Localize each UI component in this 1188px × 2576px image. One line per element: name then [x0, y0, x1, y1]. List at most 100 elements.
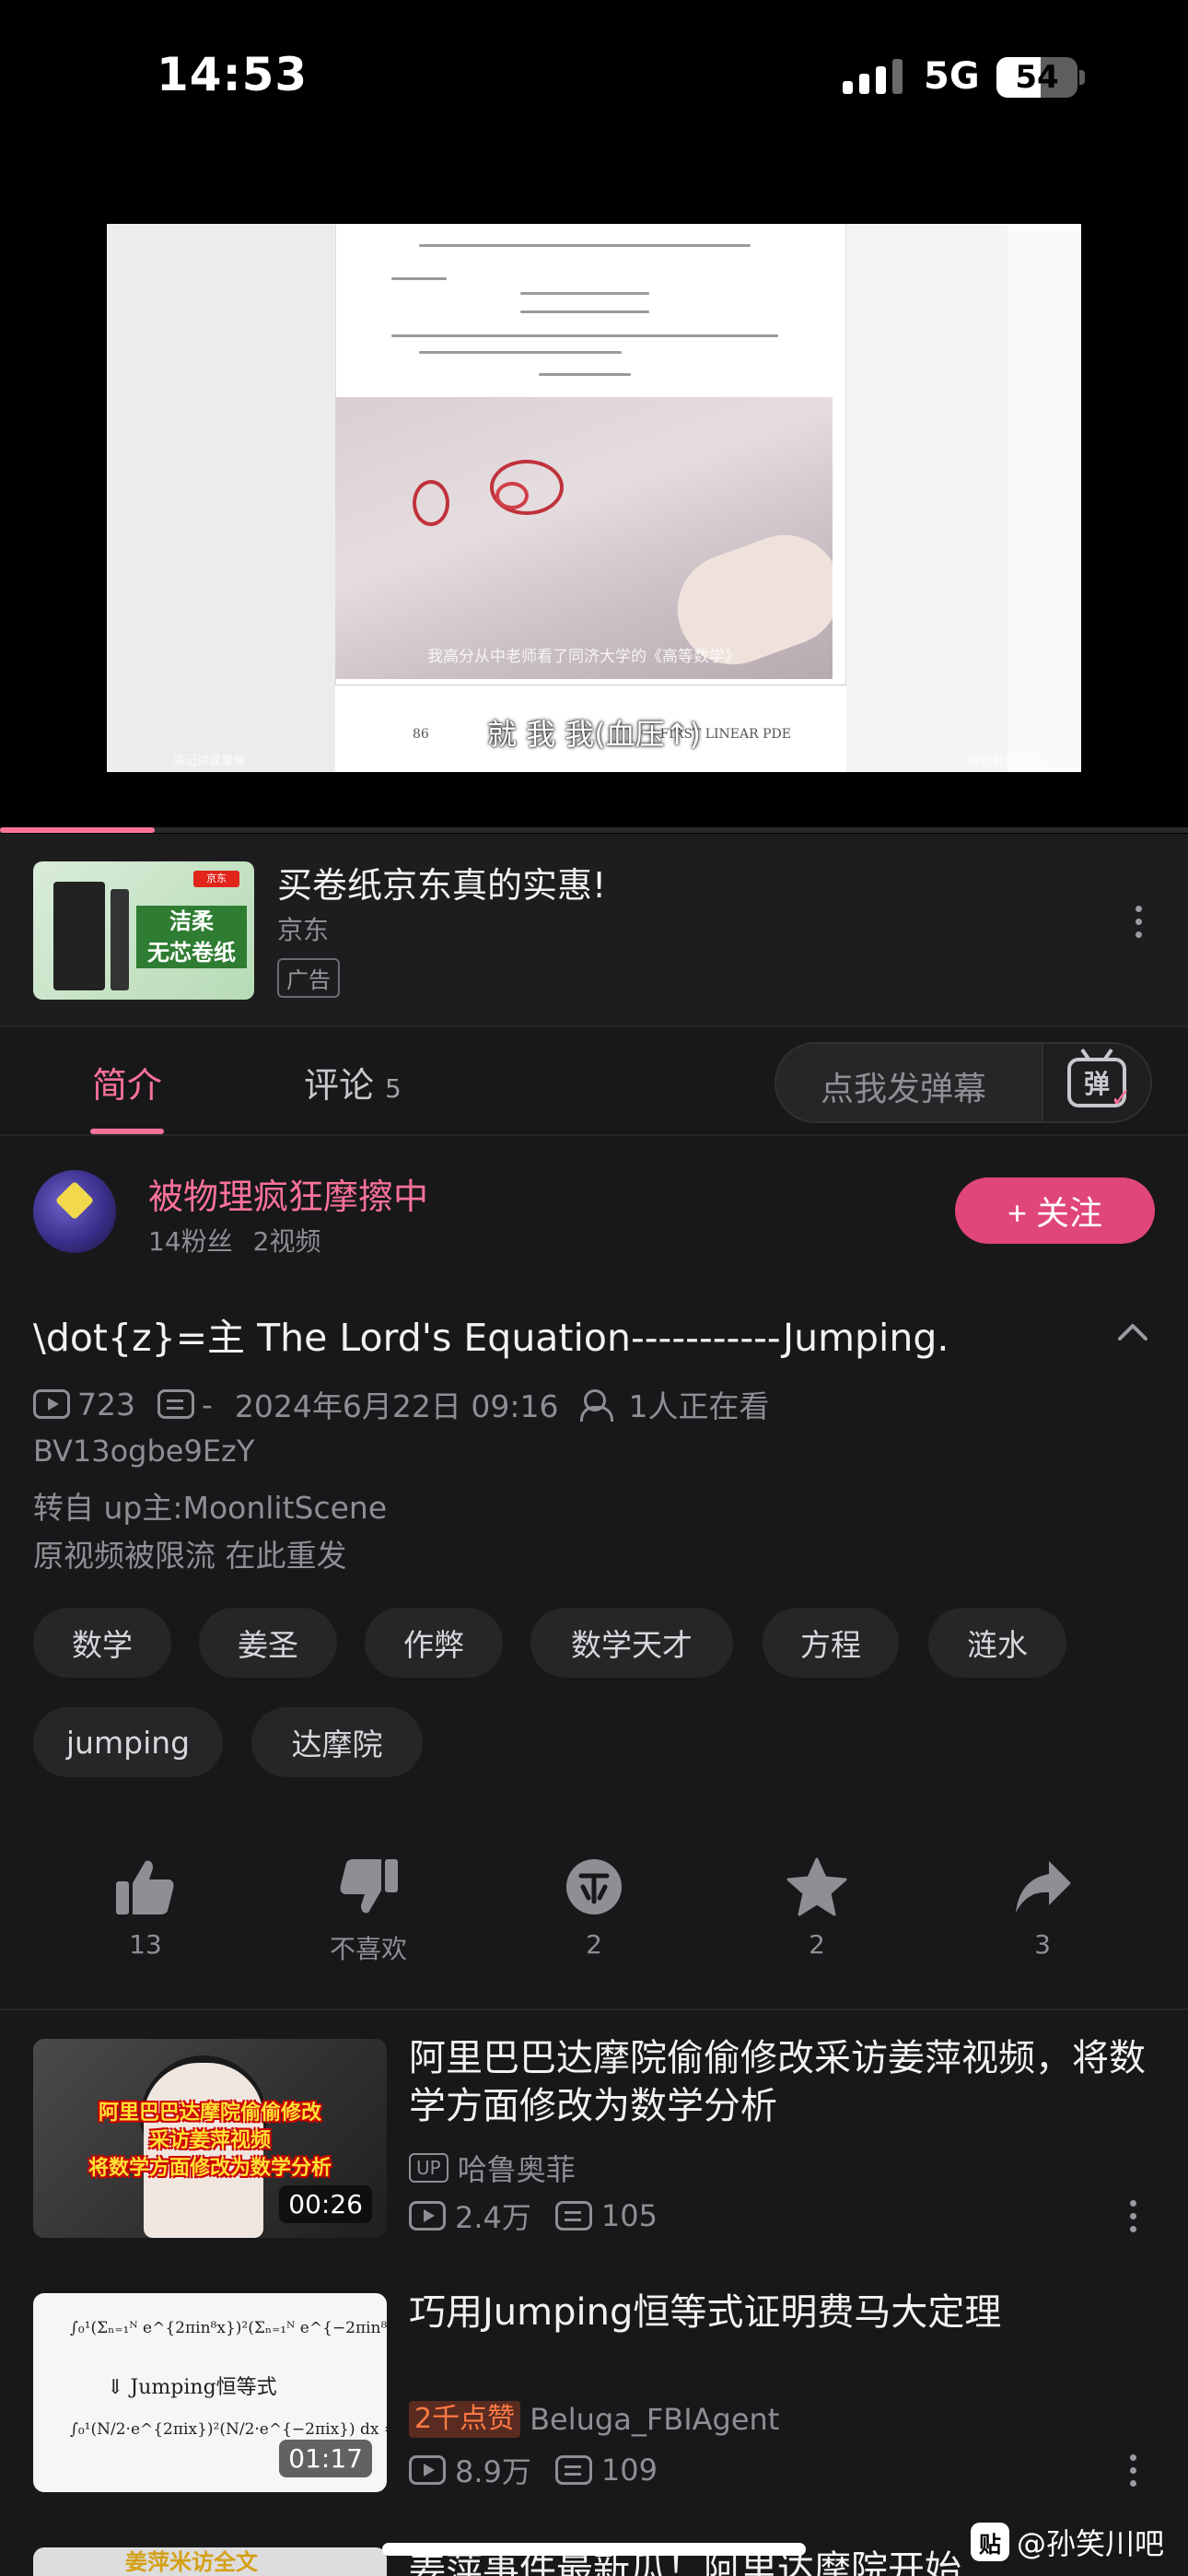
description-line: 转自 up主:MoonlitScene	[33, 1490, 388, 1526]
tieba-logo-icon: 贴	[971, 2523, 1009, 2561]
up-badge: UP	[409, 2153, 448, 2183]
home-indicator[interactable]	[382, 2543, 806, 2556]
related-author[interactable]: 2千点赞 Beluga_FBIAgent	[409, 2401, 779, 2438]
related-thumbnail[interactable]: 姜萍米访全文	[33, 2547, 387, 2576]
danmaku-count-icon	[157, 1389, 194, 1419]
thumb-caption: 阿里巴巴达摩院偷偷修改	[98, 2102, 321, 2125]
danmaku-item: 板书错误	[383, 755, 432, 768]
dislike-label: 不喜欢	[329, 1934, 407, 1964]
progress-fill	[0, 827, 155, 833]
related-stats: 8.9万 109	[409, 2449, 658, 2491]
danmaku-glyph: 弹	[1083, 1069, 1110, 1099]
tab-intro[interactable]: 简介	[92, 1057, 162, 1107]
danmaku-item: 探讨社会影响	[968, 755, 1041, 768]
video-side-right	[1007, 224, 1081, 772]
tag-chip[interactable]: 方程	[763, 1608, 899, 1678]
ad-thumb-text: 洁柔	[136, 906, 247, 937]
signal-icon	[843, 57, 903, 94]
ad-more-icon[interactable]	[1120, 894, 1157, 949]
section-divider	[0, 2008, 1188, 2010]
follow-button[interactable]: + 关注	[955, 1177, 1155, 1244]
battery-level: 54	[1015, 59, 1059, 96]
related-author[interactable]: UP 哈鲁奥菲	[409, 2147, 576, 2189]
tag-chip[interactable]: 作弊	[365, 1608, 503, 1678]
like-button[interactable]: 13	[76, 1857, 215, 1960]
thumb-formula: ∫₀¹(Σₙ₌₁ᴺ e^{2πin⁸x})²(Σₙ₌₁ᴺ e^{−2πin⁸x}…	[70, 2319, 387, 2337]
tag-chip[interactable]: 涟水	[928, 1608, 1066, 1678]
collapse-chevron-icon[interactable]	[1114, 1313, 1151, 1350]
thumb-caption: 采访姜萍视频	[148, 2129, 271, 2152]
video-title: \dot{z}=主 The Lord's Equation-----------…	[33, 1316, 949, 1360]
thumb-formula: ⇓ Jumping恒等式	[107, 2376, 277, 2399]
danmaku-toggle-button[interactable]: 弹 ✓	[1042, 1044, 1150, 1121]
ad-thumbnail[interactable]: 京东 洁柔 无芯卷纸	[33, 861, 254, 1000]
ad-source: 京东	[277, 915, 330, 945]
related-more-icon[interactable]	[1114, 2442, 1151, 2498]
related-title[interactable]: 巧用Jumping恒等式证明费马大定理	[409, 2289, 1155, 2336]
battery-icon: 54	[996, 57, 1077, 98]
star-icon	[786, 1857, 847, 1916]
related-danmaku: 109	[600, 2453, 658, 2488]
video-frame: 我高分从中老师看了同济大学的《高等数学》 86 FIRST LINEAR PDE	[107, 224, 1081, 772]
description-line: 原视频被限流 在此重发	[33, 1538, 347, 1574]
views-icon	[33, 1389, 70, 1419]
danmaku-item: 笔记讲课量慢	[173, 755, 246, 768]
thumbs-down-icon	[340, 1859, 398, 1914]
danmaku-placeholder: 点我发弹幕	[821, 1071, 987, 1108]
comment-count: 5	[385, 1073, 402, 1104]
coin-icon	[566, 1859, 622, 1914]
view-count: 723	[77, 1386, 135, 1423]
tag-chip[interactable]: jumping	[33, 1707, 223, 1777]
video-subtitle: 就 我 我(血压↑)	[486, 717, 702, 752]
favorite-button[interactable]: 2	[748, 1857, 886, 1960]
video-caption: 我高分从中老师看了同济大学的《高等数学》	[427, 648, 740, 666]
related-author-name: Beluga_FBIAgent	[530, 2402, 780, 2437]
thumb-formula: ∫₀¹(N/2·e^{2πix})²(N/2·e^{−2πix}) dx = 0	[70, 2420, 387, 2439]
dislike-button[interactable]: 不喜欢	[299, 1857, 437, 1966]
network-type: 5G	[924, 55, 980, 98]
tag-chip[interactable]: 达摩院	[251, 1707, 423, 1777]
coin-button[interactable]: 2	[525, 1857, 663, 1960]
handwriting-photo: 我高分从中老师看了同济大学的《高等数学》	[335, 397, 833, 679]
watching-icon	[580, 1389, 621, 1422]
share-count: 3	[1034, 1929, 1051, 1960]
status-time: 14:53	[157, 48, 309, 101]
related-danmaku: 105	[600, 2198, 658, 2233]
video-meta: 723 - 2024年6月22日 09:16 1人正在看	[33, 1382, 769, 1426]
thumbs-up-icon	[116, 1860, 174, 1914]
share-button[interactable]: 3	[973, 1857, 1112, 1960]
tag-chip[interactable]: 数学	[33, 1608, 171, 1678]
ad-title[interactable]: 买卷纸京东真的实惠!	[277, 857, 606, 907]
tab-active-indicator	[90, 1129, 164, 1134]
views-icon	[409, 2455, 446, 2485]
tab-comments[interactable]: 评论 5	[304, 1057, 402, 1107]
related-thumbnail[interactable]: 阿里巴巴达摩院偷偷修改 采访姜萍视频 将数学方面修改为数学分析 00:26	[33, 2039, 387, 2238]
thumb-caption: 姜萍米访全文	[125, 2549, 258, 2575]
video-player[interactable]: 14:53 5G 54 我高分从中老师看了同济大学的《高等数学》 86 FIRS…	[0, 0, 1188, 834]
ad-badge: 广告	[277, 958, 340, 998]
favorite-count: 2	[809, 1929, 825, 1960]
share-icon	[1016, 1861, 1071, 1913]
danmaku-tv-icon: 弹 ✓	[1067, 1058, 1132, 1113]
uploader-videos: 2视频	[252, 1226, 321, 1257]
bvid[interactable]: BV13ogbe9EzY	[33, 1434, 254, 1469]
uploader-fans: 14粉丝	[148, 1226, 233, 1257]
danmaku-item: 主司秋上	[570, 755, 619, 768]
check-icon: ✓	[1110, 1083, 1132, 1113]
related-title[interactable]: 阿里巴巴达摩院偷偷修改采访姜萍视频，将数学方面修改为数学分析	[409, 2034, 1155, 2130]
coin-count: 2	[586, 1929, 602, 1960]
tag-chip[interactable]: 数学天才	[530, 1608, 733, 1678]
watching-count: 1人正在看	[628, 1388, 770, 1424]
uploader-avatar[interactable]	[33, 1170, 116, 1253]
watermark-text: @孙笑川吧	[1017, 2526, 1165, 2561]
ad-thumb-brand: 京东	[193, 871, 239, 887]
related-more-icon[interactable]	[1114, 2188, 1151, 2243]
tag-chip[interactable]: 姜圣	[199, 1608, 337, 1678]
danmaku-input[interactable]: 点我发弹幕 弹 ✓	[775, 1042, 1152, 1123]
tab-comments-label: 评论	[304, 1065, 375, 1106]
progress-bar[interactable]	[0, 827, 1188, 833]
uploader-stats: 14粉丝 2视频	[148, 1222, 320, 1259]
related-thumbnail[interactable]: ∫₀¹(Σₙ₌₁ᴺ e^{2πin⁸x})²(Σₙ₌₁ᴺ e^{−2πin⁸x}…	[33, 2293, 387, 2492]
uploader-name[interactable]: 被物理疯狂摩擦中	[148, 1168, 428, 1219]
related-views: 2.4万	[455, 2200, 531, 2235]
